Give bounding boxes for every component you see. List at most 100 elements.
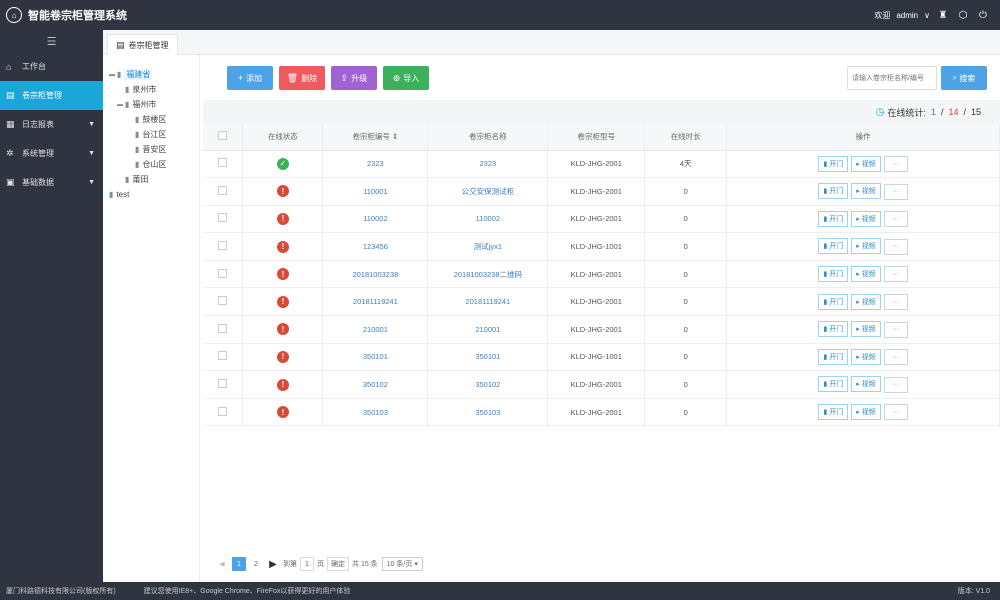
open-door-button[interactable]: ▮ 开门 bbox=[818, 403, 849, 420]
goto-page-input[interactable]: 1 bbox=[300, 557, 314, 571]
add-button[interactable]: + 添加 bbox=[227, 66, 273, 90]
cabinet-name[interactable]: 350102 bbox=[427, 370, 549, 399]
video-button[interactable]: ▸ 视频 bbox=[851, 348, 881, 365]
help-icon[interactable]: ⬡ bbox=[956, 8, 970, 22]
tree-node[interactable]: ▮ 泉州市 bbox=[103, 82, 199, 97]
tree-node[interactable]: ▮ test bbox=[103, 187, 199, 202]
sidebar-item-workbench[interactable]: ⌂ 工作台 bbox=[0, 52, 103, 81]
cabinet-id[interactable]: 20181119241 bbox=[322, 287, 429, 317]
cabinet-name[interactable]: 350101 bbox=[427, 343, 549, 372]
page-button-1[interactable]: 1 bbox=[232, 557, 246, 571]
cabinet-name[interactable]: 20181119241 bbox=[427, 287, 549, 317]
video-button[interactable]: ▸ 视频 bbox=[851, 321, 881, 338]
cabinet-id[interactable]: 350101 bbox=[322, 343, 429, 372]
prev-page-icon[interactable]: ◀ bbox=[215, 557, 229, 571]
cabinet-name[interactable]: 350103 bbox=[427, 398, 549, 427]
page-size-select[interactable]: 10 条/页 ▾ bbox=[381, 557, 423, 571]
video-button[interactable]: ▸ 视频 bbox=[851, 403, 881, 420]
open-door-button[interactable]: ▮ 开门 bbox=[818, 376, 849, 393]
upgrade-button[interactable]: ⇪ 升级 bbox=[331, 66, 377, 90]
tree-node[interactable]: ▮ 莆田 bbox=[103, 172, 199, 187]
delete-button[interactable]: 🗑 删除 bbox=[279, 66, 325, 90]
cabinet-id[interactable]: 110001 bbox=[322, 177, 429, 206]
table-row[interactable]: ! 110001 公交安保测试柜 KLD-JHG-2001 0 ▮ 开门 ▸ 视频 ··· bbox=[203, 177, 1000, 206]
row-checkbox[interactable] bbox=[218, 351, 228, 361]
video-button[interactable]: ▸ 视频 bbox=[851, 265, 881, 282]
row-checkbox[interactable] bbox=[218, 268, 228, 278]
cabinet-name[interactable]: 210001 bbox=[427, 315, 549, 344]
video-button[interactable]: ▸ 视频 bbox=[851, 293, 881, 310]
more-button[interactable]: ··· bbox=[883, 266, 908, 283]
tree-node[interactable]: ▮ 台江区 bbox=[103, 127, 199, 142]
cabinet-id[interactable]: 2323 bbox=[322, 150, 429, 179]
video-button[interactable]: ▸ 视频 bbox=[851, 376, 881, 393]
open-door-button[interactable]: ▮ 开门 bbox=[818, 183, 849, 200]
cabinet-id[interactable]: 110002 bbox=[322, 205, 429, 234]
video-button[interactable]: ▸ 视频 bbox=[851, 155, 881, 172]
sidebar-item-reports[interactable]: ▦ 日志报表 ▼ bbox=[0, 110, 103, 139]
page-button-2[interactable]: 2 bbox=[249, 557, 263, 571]
sidebar-item-cabinet[interactable]: ▤ 卷宗柜管理 bbox=[0, 81, 103, 110]
cabinet-id[interactable]: 123456 bbox=[322, 232, 429, 261]
tree-node[interactable]: ▬ ▮ 福州市 bbox=[103, 97, 199, 112]
row-checkbox[interactable] bbox=[218, 158, 228, 168]
video-button[interactable]: ▸ 视频 bbox=[851, 210, 881, 227]
more-button[interactable]: ··· bbox=[883, 349, 908, 366]
tree-node[interactable]: ▬ ▮ 福建省 bbox=[103, 67, 199, 82]
cabinet-id[interactable]: 350103 bbox=[322, 398, 429, 427]
cabinet-id[interactable]: 20181003238 bbox=[322, 260, 429, 289]
cabinet-name[interactable]: 公交安保测试柜 bbox=[427, 177, 549, 206]
row-checkbox[interactable] bbox=[218, 379, 228, 389]
table-row[interactable]: ! 210001 210001 KLD-JHG-2001 0 ▮ 开门 ▸ 视频 ··· bbox=[203, 315, 1000, 344]
search-input[interactable] bbox=[847, 66, 937, 90]
select-all-checkbox[interactable] bbox=[218, 131, 228, 141]
table-row[interactable]: ! 350101 350101 KLD-JHG-1001 0 ▮ 开门 ▸ 视频 ··· bbox=[203, 343, 1000, 372]
cabinet-name[interactable]: 测试jyx1 bbox=[427, 232, 549, 261]
row-checkbox[interactable] bbox=[218, 185, 228, 195]
open-door-button[interactable]: ▮ 开门 bbox=[818, 155, 849, 172]
tree-node[interactable]: ▮ 仓山区 bbox=[103, 157, 199, 172]
table-row[interactable]: ! 20181119241 20181119241 KLD-JHG-2001 0 ▮ 开门… bbox=[203, 287, 1000, 317]
more-button[interactable]: ··· bbox=[883, 294, 908, 311]
confirm-button[interactable]: 确定 bbox=[327, 557, 349, 571]
table-row[interactable]: ! 123456 测试jyx1 KLD-JHG-1001 0 ▮ 开门 ▸ 视频 ··· bbox=[203, 232, 1000, 261]
more-button[interactable]: ··· bbox=[883, 183, 908, 200]
open-door-button[interactable]: ▮ 开门 bbox=[818, 321, 849, 338]
tab-cabinet-management[interactable]: ▤ 卷宗柜管理 bbox=[107, 34, 178, 55]
table-row[interactable]: ! 350103 350103 KLD-JHG-2001 0 ▮ 开门 ▸ 视频 ··· bbox=[203, 398, 1000, 427]
row-checkbox[interactable] bbox=[218, 296, 228, 306]
table-row[interactable]: ! 20181003238 20181003238二维码 KLD-JHG-2001 0 ▮… bbox=[203, 260, 1000, 289]
cabinet-name[interactable]: 2323 bbox=[427, 150, 549, 179]
sidebar-item-system[interactable]: ✲ 系统管理 ▼ bbox=[0, 139, 103, 168]
more-button[interactable]: ··· bbox=[883, 211, 908, 228]
more-button[interactable]: ··· bbox=[883, 321, 908, 338]
more-button[interactable]: ··· bbox=[883, 238, 908, 255]
open-door-button[interactable]: ▮ 开门 bbox=[818, 238, 849, 255]
table-row[interactable]: ! 110002 110002 KLD-JHG-2001 0 ▮ 开门 ▸ 视频 ··· bbox=[203, 205, 1000, 234]
power-icon[interactable]: ⏻ bbox=[976, 8, 990, 22]
chevron-down-icon[interactable]: ∨ bbox=[924, 11, 930, 20]
tree-node[interactable]: ▮ 鼓楼区 bbox=[103, 112, 199, 127]
row-checkbox[interactable] bbox=[218, 406, 228, 416]
cabinet-id[interactable]: 210001 bbox=[322, 315, 429, 344]
tree-toggle-icon[interactable]: ▬ bbox=[109, 72, 117, 78]
search-button[interactable]: ⌕ 搜索 bbox=[941, 66, 987, 90]
video-button[interactable]: ▸ 视频 bbox=[851, 183, 881, 200]
table-row[interactable]: ✓ 2323 2323 KLD-JHG-2001 4天 ▮ 开门 ▸ 视频 ··· bbox=[203, 150, 1000, 179]
next-page-icon[interactable]: ▶ bbox=[266, 557, 280, 571]
tree-node[interactable]: ▮ 晋安区 bbox=[103, 142, 199, 157]
more-button[interactable]: ··· bbox=[883, 376, 908, 393]
table-row[interactable]: ! 350102 350102 KLD-JHG-2001 0 ▮ 开门 ▸ 视频 ··· bbox=[203, 370, 1000, 399]
cabinet-id[interactable]: 350102 bbox=[322, 370, 429, 399]
row-checkbox[interactable] bbox=[218, 323, 228, 333]
open-door-button[interactable]: ▮ 开门 bbox=[818, 210, 849, 227]
import-button[interactable]: ⊕ 导入 bbox=[383, 66, 429, 90]
cabinet-name[interactable]: 20181003238二维码 bbox=[427, 260, 549, 289]
bell-icon[interactable]: ♜ bbox=[936, 8, 950, 22]
more-button[interactable]: ··· bbox=[883, 156, 908, 173]
row-checkbox[interactable] bbox=[218, 213, 228, 223]
column-header-sortable[interactable]: 卷宗柜编号 ⇕ bbox=[322, 124, 429, 151]
open-door-button[interactable]: ▮ 开门 bbox=[818, 293, 849, 310]
open-door-button[interactable]: ▮ 开门 bbox=[818, 348, 849, 365]
row-checkbox[interactable] bbox=[218, 241, 228, 251]
